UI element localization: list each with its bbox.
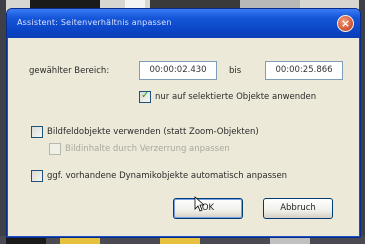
range-to-label: bis (229, 66, 242, 76)
range-from-field[interactable]: 00:00:02.430 (139, 61, 217, 80)
range-to-field[interactable]: 00:00:25.866 (265, 61, 343, 80)
auto-adjust-checkbox[interactable] (31, 170, 43, 182)
range-label: gewählter Bereich: (29, 66, 110, 76)
only-selected-checkbox[interactable]: ✓ (139, 90, 151, 103)
adjust-image-checkbox[interactable] (49, 143, 61, 155)
aspect-ratio-dialog: Assistent: Seitenverhältnis anpassen × g… (6, 8, 361, 238)
adjust-image-label: Bildinhalte durch Verzerrung anpassen (65, 144, 230, 154)
checkmark-icon: ✓ (141, 90, 150, 101)
dialog-titlebar[interactable]: Assistent: Seitenverhältnis anpassen × (7, 9, 360, 38)
close-icon: × (340, 17, 351, 30)
only-selected-label: nur auf selektierte Objekte anwenden (155, 92, 317, 102)
close-button[interactable]: × (337, 15, 354, 32)
auto-adjust-label: ggf. vorhandene Dynamikobjekte automatis… (47, 171, 288, 181)
use-image-objects-label: Bildfeldobjekte verwenden (statt Zoom-Ob… (47, 127, 259, 137)
dialog-title: Assistent: Seitenverhältnis anpassen (17, 18, 172, 27)
cancel-button[interactable]: Abbruch (263, 198, 333, 219)
ok-button[interactable]: OK (173, 198, 243, 219)
mouse-cursor-icon (194, 196, 204, 212)
use-image-objects-checkbox[interactable] (31, 126, 43, 138)
